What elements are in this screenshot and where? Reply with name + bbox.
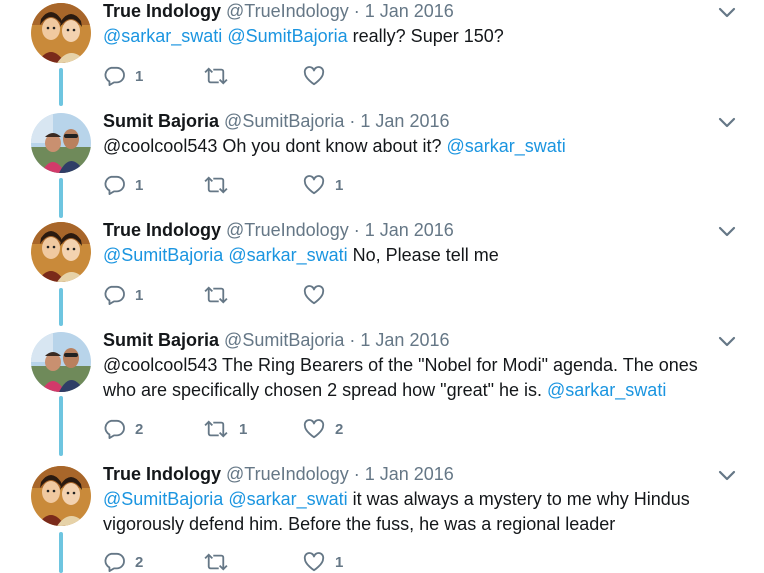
tweet-date[interactable]: 1 Jan 2016	[360, 111, 449, 131]
mention-link[interactable]: @SumitBajoria	[103, 489, 223, 509]
tweet-date[interactable]: 1 Jan 2016	[365, 1, 454, 21]
reply-count: 1	[135, 286, 144, 304]
separator-dot: ·	[349, 330, 356, 350]
mention-link[interactable]: @SumitBajoria	[103, 245, 223, 265]
tweet-header: Sumit Bajoria @SumitBajoria · 1 Jan 2016	[103, 329, 449, 351]
tweet-date[interactable]: 1 Jan 2016	[365, 220, 454, 240]
chevron-down-icon[interactable]	[717, 469, 737, 483]
tweet-date[interactable]: 1 Jan 2016	[360, 330, 449, 350]
heart-icon[interactable]	[303, 552, 325, 572]
retweet-icon[interactable]	[203, 419, 229, 439]
tweet[interactable]: Sumit Bajoria @SumitBajoria · 1 Jan 2016…	[0, 329, 764, 449]
reply-icon[interactable]	[103, 552, 125, 572]
tweet[interactable]: True Indology @TrueIndology · 1 Jan 2016…	[0, 0, 764, 120]
heart-icon[interactable]	[303, 285, 325, 305]
avatar[interactable]	[31, 3, 91, 63]
tweet-date[interactable]: 1 Jan 2016	[365, 464, 454, 484]
handle[interactable]: @SumitBajoria	[224, 111, 344, 131]
tweet-text: @SumitBajoria @sarkar_swati it was alway…	[103, 487, 703, 537]
heart-icon[interactable]	[303, 66, 325, 86]
chevron-down-icon[interactable]	[717, 6, 737, 20]
reply-icon[interactable]	[103, 419, 125, 439]
avatar[interactable]	[31, 332, 91, 392]
like-button[interactable]: 1	[303, 173, 343, 197]
reply-count: 2	[135, 553, 144, 571]
chevron-down-icon[interactable]	[717, 225, 737, 239]
separator-dot: ·	[353, 220, 360, 240]
mention-link[interactable]: @SumitBajoria	[227, 26, 347, 46]
separator-dot: ·	[353, 464, 360, 484]
separator-dot: ·	[349, 111, 356, 131]
tweet[interactable]: True Indology @TrueIndology · 1 Jan 2016…	[0, 219, 764, 339]
handle[interactable]: @SumitBajoria	[224, 330, 344, 350]
tweet-header: True Indology @TrueIndology · 1 Jan 2016	[103, 463, 454, 485]
avatar[interactable]	[31, 222, 91, 282]
tweet[interactable]: Sumit Bajoria @SumitBajoria · 1 Jan 2016…	[0, 110, 764, 230]
retweet-icon[interactable]	[203, 175, 229, 195]
tweet-text: @SumitBajoria @sarkar_swati No, Please t…	[103, 243, 703, 268]
retweet-icon[interactable]	[203, 285, 229, 305]
handle[interactable]: @TrueIndology	[226, 220, 349, 240]
display-name[interactable]: True Indology	[103, 1, 221, 21]
retweet-button[interactable]	[203, 64, 239, 88]
reply-button[interactable]: 2	[103, 417, 143, 441]
retweet-count: 1	[239, 420, 248, 438]
separator-dot: ·	[353, 1, 360, 21]
tweet[interactable]: True Indology @TrueIndology · 1 Jan 2016…	[0, 463, 764, 573]
handle[interactable]: @TrueIndology	[226, 1, 349, 21]
avatar[interactable]	[31, 466, 91, 526]
like-button[interactable]	[303, 64, 335, 88]
like-button[interactable]: 2	[303, 417, 343, 441]
display-name[interactable]: Sumit Bajoria	[103, 330, 219, 350]
tweet-text: @coolcool543 The Ring Bearers of the "No…	[103, 353, 703, 403]
mention-link[interactable]: @sarkar_swati	[547, 380, 666, 400]
like-count: 1	[335, 176, 344, 194]
avatar[interactable]	[31, 113, 91, 173]
reply-count: 1	[135, 67, 144, 85]
retweet-icon[interactable]	[203, 552, 229, 572]
like-button[interactable]: 1	[303, 550, 343, 573]
tweet-header: Sumit Bajoria @SumitBajoria · 1 Jan 2016	[103, 110, 449, 132]
tweet-header: True Indology @TrueIndology · 1 Jan 2016	[103, 0, 454, 22]
reply-count: 1	[135, 176, 144, 194]
reply-icon[interactable]	[103, 66, 125, 86]
reply-button[interactable]: 1	[103, 283, 143, 307]
chevron-down-icon[interactable]	[717, 116, 737, 130]
retweet-button[interactable]: 1	[203, 417, 247, 441]
mention-link[interactable]: @sarkar_swati	[103, 26, 222, 46]
retweet-button[interactable]	[203, 173, 239, 197]
reply-icon[interactable]	[103, 175, 125, 195]
display-name[interactable]: True Indology	[103, 464, 221, 484]
chevron-down-icon[interactable]	[717, 335, 737, 349]
like-count: 1	[335, 553, 344, 571]
tweet-text-segment: really? Super 150?	[347, 26, 504, 46]
reply-button[interactable]: 1	[103, 64, 143, 88]
mention-link[interactable]: @sarkar_swati	[228, 245, 347, 265]
tweet-text: @coolcool543 Oh you dont know about it? …	[103, 134, 703, 159]
display-name[interactable]: Sumit Bajoria	[103, 111, 219, 131]
retweet-icon[interactable]	[203, 66, 229, 86]
tweet-header: True Indology @TrueIndology · 1 Jan 2016	[103, 219, 454, 241]
reply-count: 2	[135, 420, 144, 438]
retweet-button[interactable]	[203, 550, 239, 573]
mention-link[interactable]: @sarkar_swati	[447, 136, 566, 156]
heart-icon[interactable]	[303, 175, 325, 195]
reply-icon[interactable]	[103, 285, 125, 305]
display-name[interactable]: True Indology	[103, 220, 221, 240]
heart-icon[interactable]	[303, 419, 325, 439]
tweet-text: @sarkar_swati @SumitBajoria really? Supe…	[103, 24, 703, 49]
reply-button[interactable]: 2	[103, 550, 143, 573]
mention-link[interactable]: @sarkar_swati	[228, 489, 347, 509]
retweet-button[interactable]	[203, 283, 239, 307]
handle[interactable]: @TrueIndology	[226, 464, 349, 484]
like-button[interactable]	[303, 283, 335, 307]
tweet-text-segment: @coolcool543 Oh you dont know about it?	[103, 136, 447, 156]
reply-button[interactable]: 1	[103, 173, 143, 197]
tweet-text-segment: No, Please tell me	[347, 245, 499, 265]
like-count: 2	[335, 420, 344, 438]
